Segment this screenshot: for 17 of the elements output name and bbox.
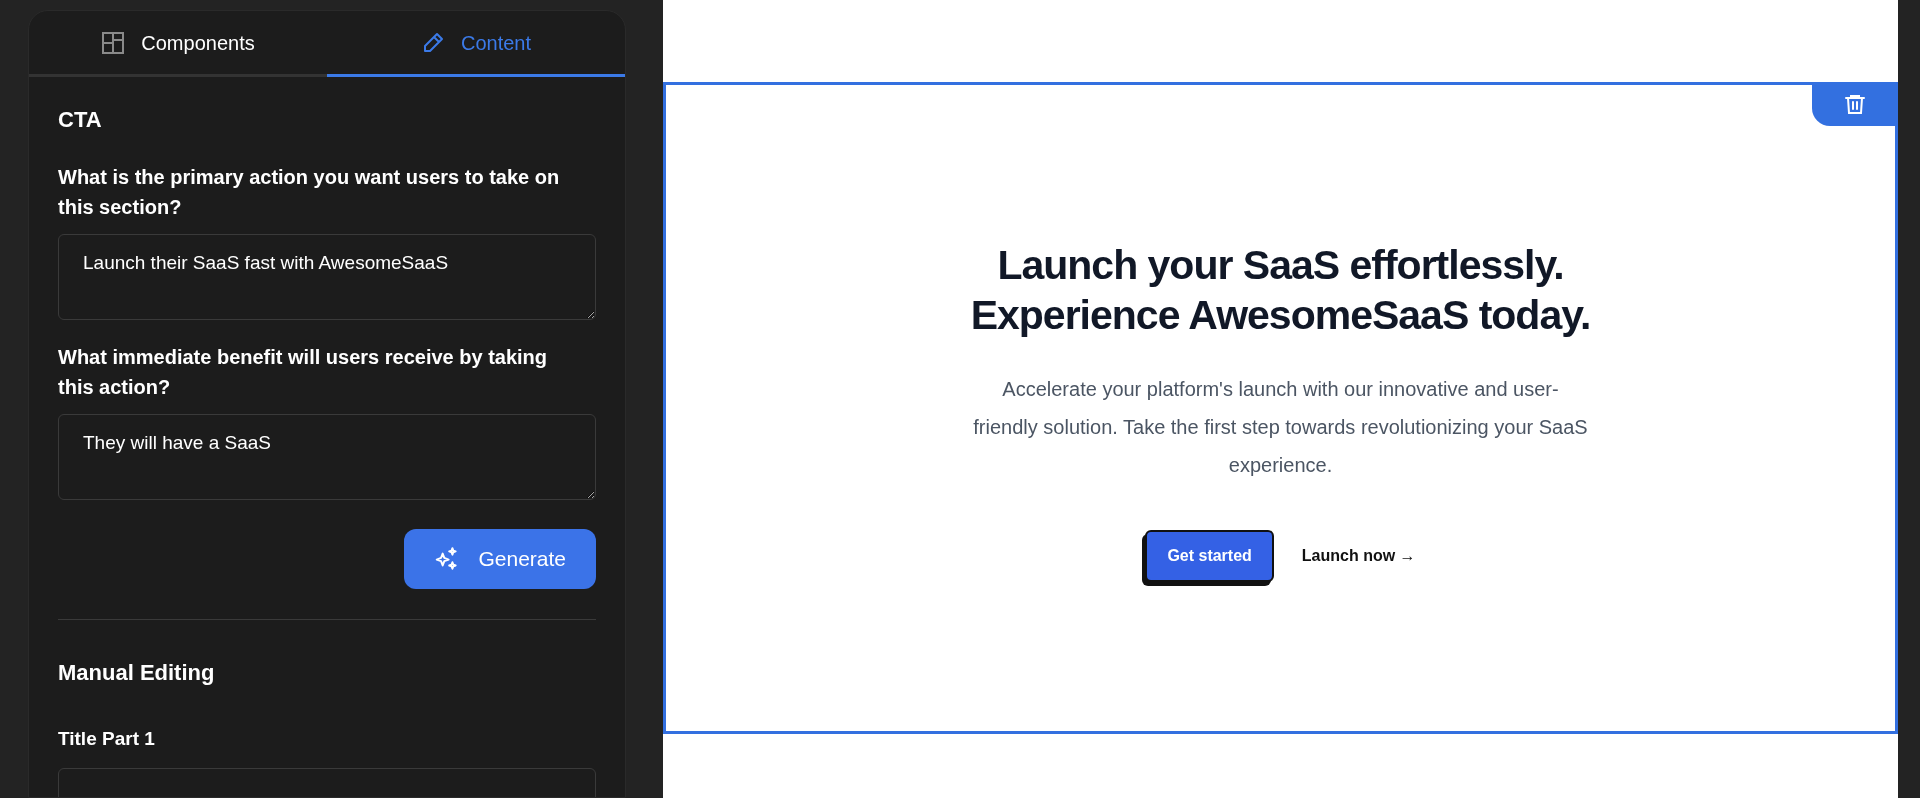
description: Accelerate your platform's launch with our innovative and user-friendly solution. Take the first step towards revolutionizing your SaaS experience. — [972, 377, 1589, 478]
field-label: Title Part 1 — [58, 727, 156, 751]
tab[interactable]: Content — [327, 11, 625, 77]
field-label: What is the primary action you want users to take on this section? — [58, 165, 561, 220]
trash-icon — [1843, 92, 1867, 116]
layout-icon — [101, 30, 126, 55]
generate-button[interactable]: Generate — [404, 529, 596, 589]
field-label: What immediate benefit will users receive by taking this action? — [58, 345, 549, 400]
text-area[interactable]: Launch their SaaS fast with AwesomeSaaS — [58, 234, 596, 320]
delete-button[interactable] — [1812, 82, 1898, 126]
tab[interactable]: Components — [29, 11, 327, 77]
headline: Launch your SaaS effortlessly. Experience AwesomeSaaS today. — [970, 241, 1591, 340]
section-heading: CTA — [58, 106, 103, 134]
section-heading: Manual Editing — [58, 659, 216, 687]
text-area[interactable]: They will have a SaaS — [58, 414, 596, 500]
launch-link[interactable]: Launch now → — [1301, 544, 1416, 568]
cta-section[interactable] — [663, 82, 1898, 734]
